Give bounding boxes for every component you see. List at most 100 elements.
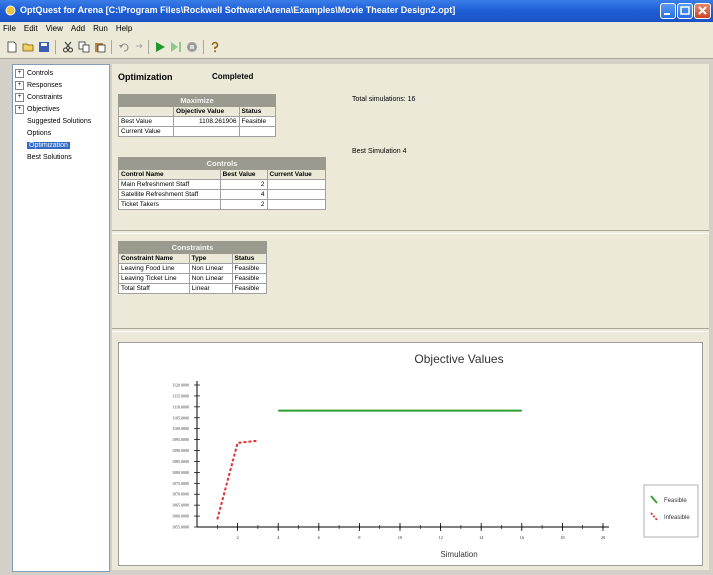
constraint-status: Feasible <box>231 283 268 294</box>
column-header: Constraint Name <box>118 253 190 264</box>
close-button[interactable] <box>694 3 711 19</box>
column-header: Status <box>231 253 268 264</box>
maximize-icon <box>680 6 690 15</box>
y-tick-label: 1120.0000 <box>172 383 189 388</box>
column-header: Current Value <box>266 169 327 180</box>
tree-item-controls[interactable]: + Controls <box>15 68 53 79</box>
column-header: Type <box>188 253 233 264</box>
x-tick-label: 4 <box>277 535 280 540</box>
x-tick-label: 20 <box>601 535 606 540</box>
best-status: Feasible <box>238 116 276 127</box>
new-icon[interactable] <box>6 41 18 53</box>
tree-item-suggested-solutions[interactable]: Suggested Solutions <box>27 116 91 127</box>
controls-table: Controls Control Name Best Value Current… <box>118 157 327 210</box>
control-name: Satellite Refreshment Staff <box>118 189 221 200</box>
section-divider <box>112 328 709 332</box>
tree-item-options[interactable]: Options <box>27 128 51 139</box>
tree-item-objectives[interactable]: + Objectives <box>15 104 60 115</box>
close-icon <box>698 6 707 15</box>
tree-item-best-solutions[interactable]: Best Solutions <box>27 152 72 163</box>
table-row: Leaving Food Line Non Linear Feasible <box>118 263 268 274</box>
app-icon <box>5 5 16 16</box>
legend-label-infeasible: Infeasible <box>664 515 690 521</box>
best-simulation: Best Simulation 4 <box>352 148 407 155</box>
menu-help[interactable]: Help <box>113 22 137 33</box>
menu-add[interactable]: Add <box>68 22 90 33</box>
minimize-button[interactable] <box>660 3 676 19</box>
stop-icon[interactable] <box>186 41 198 53</box>
constraint-type: Linear <box>188 283 233 294</box>
open-icon[interactable] <box>22 41 34 53</box>
x-tick-label: 16 <box>520 535 525 540</box>
save-icon[interactable] <box>38 41 50 53</box>
menu-bar: File Edit View Add Run Help <box>0 22 713 36</box>
column-header: Best Value <box>219 169 268 180</box>
row-label: Best Value <box>117 116 175 127</box>
step-icon[interactable] <box>170 41 182 53</box>
total-simulations: Total simulations: 16 <box>352 96 416 103</box>
table-row: Ticket Takers 2 <box>118 199 327 210</box>
table-row: Leaving Ticket Line Non Linear Feasible <box>118 273 268 284</box>
x-tick-label: 8 <box>358 535 361 540</box>
window-title: OptQuest for Arena [C:\Program Files\Roc… <box>20 5 456 15</box>
y-tick-label: 1055.0000 <box>172 525 189 530</box>
constraint-type: Non Linear <box>188 273 233 284</box>
x-tick-label: 14 <box>479 535 484 540</box>
tree-item-responses[interactable]: + Responses <box>15 80 62 91</box>
redo-icon[interactable] <box>133 41 145 53</box>
optimization-status: Completed <box>212 72 254 81</box>
row-label: Current Value <box>117 126 175 137</box>
run-icon[interactable] <box>154 41 166 53</box>
undo-icon[interactable] <box>118 41 130 53</box>
copy-icon[interactable] <box>78 41 90 53</box>
control-best-value: 2 <box>219 199 268 210</box>
objective-values-chart-panel: Objective Values Simulation 1120.0000 111… <box>118 342 703 566</box>
constraint-name: Leaving Food Line <box>118 263 190 274</box>
chart-title: Objective Values <box>414 352 503 366</box>
column-header <box>117 106 175 117</box>
control-best-value: 4 <box>219 189 268 200</box>
maximize-table: Maximize Objective Value Status Best Val… <box>117 94 276 137</box>
constraint-type: Non Linear <box>188 263 233 274</box>
y-tick-label: 1080.0000 <box>172 470 189 475</box>
objective-values-chart: Objective Values Simulation 1120.0000 111… <box>172 352 699 559</box>
constraint-name: Total Staff <box>118 283 190 294</box>
control-name: Main Refreshment Staff <box>118 179 221 190</box>
optimization-panel: Optimization Completed Total simulations… <box>112 64 709 570</box>
menu-view[interactable]: View <box>43 22 68 33</box>
series-line-infeasible <box>216 439 259 520</box>
expand-icon[interactable]: + <box>15 68 24 78</box>
constraints-table: Constraints Constraint Name Type Status … <box>118 241 268 294</box>
maximize-button[interactable] <box>677 3 693 19</box>
x-tick-label: 18 <box>560 535 565 540</box>
y-tick-label: 1090.0000 <box>172 448 189 453</box>
optimization-label: Optimization <box>118 72 173 82</box>
tree-item-constraints[interactable]: + Constraints <box>15 92 62 103</box>
legend-label-feasible: Feasible <box>664 498 687 504</box>
menu-run[interactable]: Run <box>90 22 113 33</box>
y-tick-label: 1060.0000 <box>172 514 189 519</box>
help-icon[interactable] <box>209 41 221 53</box>
menu-edit[interactable]: Edit <box>21 22 43 33</box>
column-header: Objective Value <box>173 106 240 117</box>
x-axis-label: Simulation <box>440 550 477 559</box>
column-header: Control Name <box>118 169 221 180</box>
control-current-value <box>266 199 327 210</box>
paste-icon[interactable] <box>94 41 106 53</box>
title-bar: OptQuest for Arena [C:\Program Files\Roc… <box>0 0 713 22</box>
cut-icon[interactable] <box>62 41 74 53</box>
expand-icon[interactable]: + <box>15 92 24 102</box>
menu-file[interactable]: File <box>0 22 21 33</box>
expand-icon[interactable]: + <box>15 104 24 114</box>
section-divider <box>112 230 709 234</box>
y-tick-label: 1095.0000 <box>172 437 189 442</box>
tree-item-optimization[interactable]: Optimization <box>27 140 70 151</box>
x-tick-label: 6 <box>318 535 321 540</box>
y-tick-label: 1085.0000 <box>172 459 189 464</box>
control-best-value: 2 <box>219 179 268 190</box>
expand-icon[interactable]: + <box>15 80 24 90</box>
table-row: Total Staff Linear Feasible <box>118 283 268 294</box>
controls-caption: Controls <box>118 157 326 170</box>
x-tick-label: 12 <box>438 535 443 540</box>
minimize-icon <box>664 13 670 15</box>
